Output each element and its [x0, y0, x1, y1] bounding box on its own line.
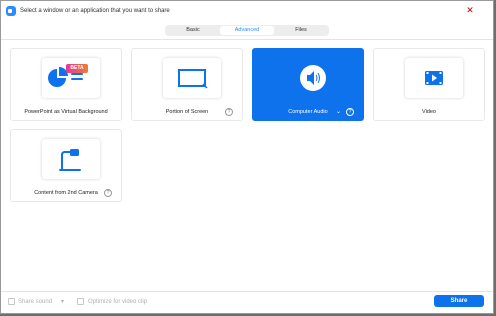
portion-thumbnail — [163, 58, 221, 98]
camera-icon — [59, 149, 81, 171]
optimize-video-checkbox[interactable] — [77, 298, 84, 305]
help-icon[interactable]: ? — [225, 108, 233, 116]
tab-advanced[interactable]: Advanced — [220, 26, 274, 35]
help-icon[interactable]: ? — [346, 108, 354, 116]
share-button[interactable]: Share — [434, 295, 484, 307]
title-bar: Select a window or an application that y… — [1, 1, 493, 21]
card-computer-audio[interactable]: Computer Audio ⌄ ? — [252, 48, 364, 121]
camera-thumbnail — [42, 139, 100, 179]
footer-divider — [1, 291, 493, 292]
tab-basic[interactable]: Basic — [166, 26, 220, 35]
card-second-camera[interactable]: Content from 2nd Camera ? — [10, 129, 122, 202]
video-icon — [425, 71, 443, 85]
optimize-video-label: Optimize for video clip — [88, 299, 148, 305]
card-video[interactable]: Video — [373, 48, 485, 121]
speaker-icon — [300, 65, 326, 91]
card-powerpoint-background[interactable]: PowerPoint as Virtual Background — [10, 48, 122, 121]
tab-files[interactable]: Files — [274, 26, 328, 35]
card-label: Video — [422, 109, 436, 115]
beta-badge: BETA — [66, 64, 88, 73]
close-icon[interactable]: ✕ — [463, 4, 477, 16]
share-sound-dropdown-icon[interactable]: ▾ — [61, 298, 64, 306]
audio-thumbnail — [284, 58, 342, 98]
video-thumbnail — [405, 58, 463, 98]
divider — [1, 39, 493, 40]
help-icon[interactable]: ? — [104, 189, 112, 197]
share-sound-checkbox[interactable] — [8, 298, 15, 305]
window-title: Select a window or an application that y… — [20, 8, 170, 14]
chevron-down-icon[interactable]: ⌄ — [336, 109, 341, 115]
card-label: PowerPoint as Virtual Background — [24, 109, 108, 115]
screen-portion-icon — [178, 69, 208, 89]
zoom-app-icon — [6, 6, 16, 16]
share-sound-label: Share sound — [18, 299, 53, 305]
share-dialog: Select a window or an application that y… — [0, 0, 494, 314]
tab-bar: Basic Advanced Files — [165, 25, 329, 36]
footer-bar: Share sound ▾ Optimize for video clip Sh… — [1, 293, 493, 313]
card-portion-of-screen[interactable]: Portion of Screen ? — [131, 48, 243, 121]
